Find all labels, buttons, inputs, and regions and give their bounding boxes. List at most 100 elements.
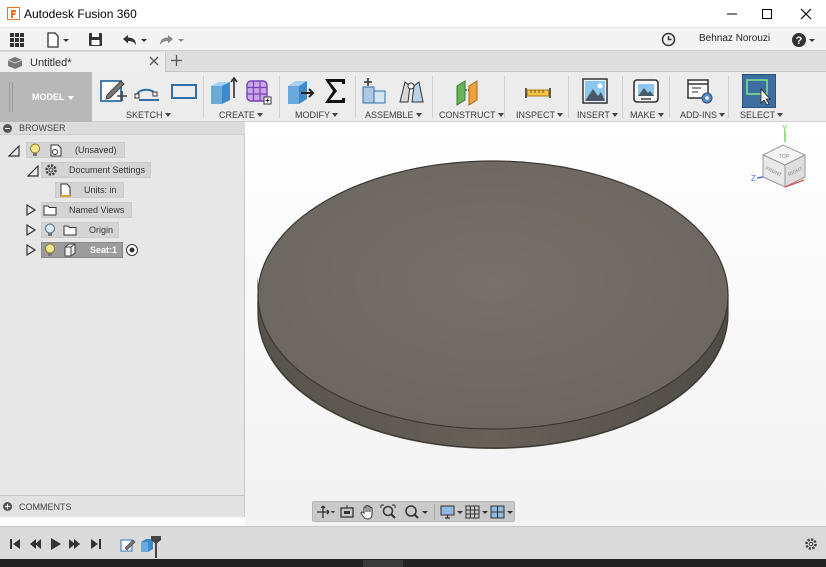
scripts-icon[interactable] (685, 76, 715, 106)
document-tab[interactable]: Untitled* (0, 52, 166, 73)
units-document-icon (60, 183, 71, 197)
plus-icon[interactable] (170, 54, 183, 67)
separator (622, 76, 623, 118)
document-component-icon (50, 144, 62, 157)
last-icon[interactable] (89, 537, 103, 551)
press-pull-icon[interactable] (285, 76, 315, 106)
browser-header[interactable]: BROWSER (0, 122, 245, 135)
viewcube[interactable]: TOP FRONT RIGHT Y Z (751, 125, 811, 193)
job-status-button[interactable] (661, 31, 676, 48)
extrude-icon[interactable] (208, 76, 238, 106)
play-icon[interactable] (48, 537, 62, 551)
collapsed-arrow-icon[interactable] (26, 244, 36, 256)
activate-radio-icon[interactable] (125, 243, 139, 257)
grid-icon[interactable] (464, 504, 490, 520)
clock-icon (661, 32, 676, 47)
expanded-arrow-icon[interactable] (27, 165, 39, 177)
new-component-icon[interactable] (360, 76, 390, 106)
create-form-icon[interactable] (244, 76, 274, 106)
undo-button[interactable] (120, 31, 148, 48)
maximize-icon (762, 8, 772, 19)
minimize-button[interactable] (712, 0, 752, 27)
tree-item-document-settings[interactable]: Document Settings (0, 162, 245, 179)
zoom-window-icon[interactable] (380, 504, 400, 520)
collapsed-arrow-icon[interactable] (26, 224, 36, 236)
orbit-icon[interactable] (315, 504, 335, 520)
insert-menu[interactable]: INSERT (577, 110, 618, 120)
insert-image-icon[interactable] (580, 76, 610, 106)
inspect-menu[interactable]: INSPECT (516, 110, 564, 120)
save-button[interactable] (88, 31, 103, 48)
pan-icon[interactable] (359, 504, 379, 520)
fusion-logo-icon (7, 7, 20, 20)
sketch-feature-icon[interactable] (120, 537, 136, 553)
lightbulb-icon[interactable] (44, 243, 56, 257)
tree-item-origin[interactable]: Origin (0, 222, 245, 239)
select-menu[interactable]: SELECT (740, 110, 784, 120)
separator (279, 76, 280, 118)
user-name[interactable]: Behnaz Norouzi (699, 33, 770, 44)
close-button[interactable] (786, 0, 826, 27)
gear-icon (45, 164, 57, 176)
folder-icon (63, 225, 77, 236)
seat-disk-model[interactable] (256, 158, 730, 454)
document-tab-title: Untitled* (30, 57, 72, 69)
zoom-icon[interactable] (404, 504, 430, 520)
scroll-thumb[interactable] (363, 560, 403, 567)
collapsed-arrow-icon[interactable] (26, 204, 36, 216)
tree-item-seat[interactable]: Seat:1 (0, 242, 245, 259)
expand-icon[interactable] (3, 502, 12, 511)
next-icon[interactable] (68, 537, 82, 551)
undo-icon (123, 34, 147, 45)
title-bar: Autodesk Fusion 360 (0, 0, 826, 27)
tree-item-label: Origin (89, 225, 114, 235)
tree-item-units[interactable]: Units: in (0, 182, 245, 199)
workspace-label: MODEL (32, 92, 65, 102)
joint-icon[interactable] (396, 76, 426, 106)
settings-icon[interactable] (804, 537, 818, 551)
sketch-menu[interactable]: SKETCH (126, 110, 171, 120)
help-button[interactable]: ? (791, 31, 819, 48)
create-sketch-icon[interactable] (99, 76, 129, 106)
offset-plane-icon[interactable] (453, 76, 483, 106)
expanded-arrow-icon[interactable] (8, 145, 20, 157)
maximize-button[interactable] (747, 0, 787, 27)
tree-item-label: Seat:1 (90, 245, 118, 255)
assemble-menu[interactable]: ASSEMBLE (365, 110, 422, 120)
select-button[interactable] (742, 74, 776, 108)
measure-icon[interactable] (523, 76, 553, 106)
display-settings-icon[interactable] (439, 504, 465, 520)
tree-item-root[interactable]: (Unsaved) (0, 142, 245, 159)
parameters-icon[interactable] (320, 76, 350, 106)
file-menu-button[interactable] (46, 31, 70, 48)
folder-icon (43, 205, 57, 216)
redo-button[interactable] (157, 31, 185, 48)
data-panel-button[interactable] (9, 31, 25, 48)
comments-panel[interactable]: COMMENTS (0, 495, 245, 517)
look-at-icon[interactable] (338, 504, 358, 520)
viewports-icon[interactable] (489, 504, 515, 520)
tree-item-named-views[interactable]: Named Views (0, 202, 245, 219)
line-icon[interactable] (133, 76, 163, 106)
add-ins-menu[interactable]: ADD-INS (680, 110, 726, 120)
create-menu[interactable]: CREATE (219, 110, 263, 120)
modify-menu[interactable]: MODIFY (295, 110, 338, 120)
make-menu[interactable]: MAKE (630, 110, 664, 120)
collapse-icon[interactable] (3, 124, 12, 133)
first-icon[interactable] (8, 537, 22, 551)
viewcube-top-face: TOP (779, 154, 790, 160)
separator (728, 76, 729, 118)
separator (669, 76, 670, 118)
lightbulb-icon[interactable] (29, 143, 41, 157)
rectangle-icon[interactable] (169, 76, 199, 106)
construct-menu[interactable]: CONSTRUCT (439, 110, 504, 120)
close-tab-icon[interactable] (148, 55, 160, 67)
marker-icon[interactable] (150, 535, 162, 559)
workspace-switcher[interactable]: MODEL (0, 72, 92, 122)
separator (355, 76, 356, 118)
save-icon (89, 33, 102, 46)
svg-text:?: ? (796, 35, 803, 47)
previous-icon[interactable] (28, 537, 42, 551)
lightbulb-off-icon[interactable] (44, 223, 56, 237)
make-icon[interactable] (631, 76, 661, 106)
